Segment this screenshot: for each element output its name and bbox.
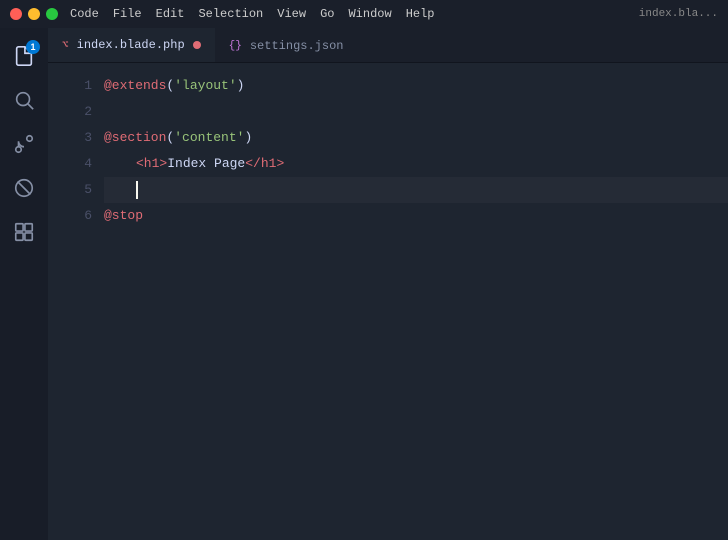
tab-dirty-indicator [193,41,201,49]
h1-text: Index Page [167,151,245,177]
files-badge: 1 [26,40,40,54]
activity-bar: 1 [0,28,48,540]
activity-item-remote[interactable] [4,212,44,252]
code-editor[interactable]: 1 2 3 4 5 6 @extends('layout') @section(… [48,63,728,540]
traffic-lights [10,8,58,20]
menu-view[interactable]: View [277,7,306,21]
blade-file-icon: ⌥ [62,38,69,52]
remote-icon [13,221,35,243]
search-icon [13,89,35,111]
code-line-5[interactable] [104,177,728,203]
close-button[interactable] [10,8,22,20]
menu-help[interactable]: Help [406,7,435,21]
json-file-icon: {} [229,40,242,52]
source-control-icon [13,133,35,155]
activity-item-files[interactable]: 1 [4,36,44,76]
paren-close2: ) [244,125,252,151]
menu-window[interactable]: Window [348,7,391,21]
paren-close: ) [237,73,245,99]
code-line-3: @section('content') [104,125,728,151]
editor-area: ⌥ index.blade.php {} settings.json 1 2 3… [48,28,728,540]
menu-bar: Code File Edit Selection View Go Window … [70,7,435,21]
code-line-6: @stop [104,203,728,229]
minimize-button[interactable] [28,8,40,20]
window-title: index.bla... [639,8,718,20]
menu-go[interactable]: Go [320,7,334,21]
line-numbers: 1 2 3 4 5 6 [48,67,100,540]
tabs-bar: ⌥ index.blade.php {} settings.json [48,28,728,63]
blade-stop: @stop [104,203,143,229]
menu-edit[interactable]: Edit [156,7,185,21]
paren-open2: ( [166,125,174,151]
h1-close: </h1> [245,151,284,177]
activity-item-extensions[interactable] [4,168,44,208]
blade-extends: @extends [104,73,166,99]
code-content[interactable]: @extends('layout') @section('content') <… [100,67,728,540]
code-line-4: <h1>Index Page</h1> [104,151,728,177]
code-line-1: @extends('layout') [104,73,728,99]
text-cursor [136,181,138,199]
tab-blade-label: index.blade.php [77,38,185,52]
paren-open: ( [166,73,174,99]
app-layout: 1 [0,28,728,540]
app-name: Code [70,7,99,21]
tab-json-label: settings.json [250,39,344,53]
activity-item-source-control[interactable] [4,124,44,164]
h1-open: <h1> [136,151,167,177]
menu-file[interactable]: File [113,7,142,21]
maximize-button[interactable] [46,8,58,20]
titlebar: Code File Edit Selection View Go Window … [0,0,728,28]
tab-json[interactable]: {} settings.json [215,28,358,62]
tab-blade[interactable]: ⌥ index.blade.php [48,28,215,62]
code-line-2 [104,99,728,125]
section-arg: 'content' [174,125,244,151]
activity-item-search[interactable] [4,80,44,120]
menu-selection[interactable]: Selection [198,7,263,21]
blade-section: @section [104,125,166,151]
no-entry-icon [13,177,35,199]
extends-arg: 'layout' [174,73,236,99]
